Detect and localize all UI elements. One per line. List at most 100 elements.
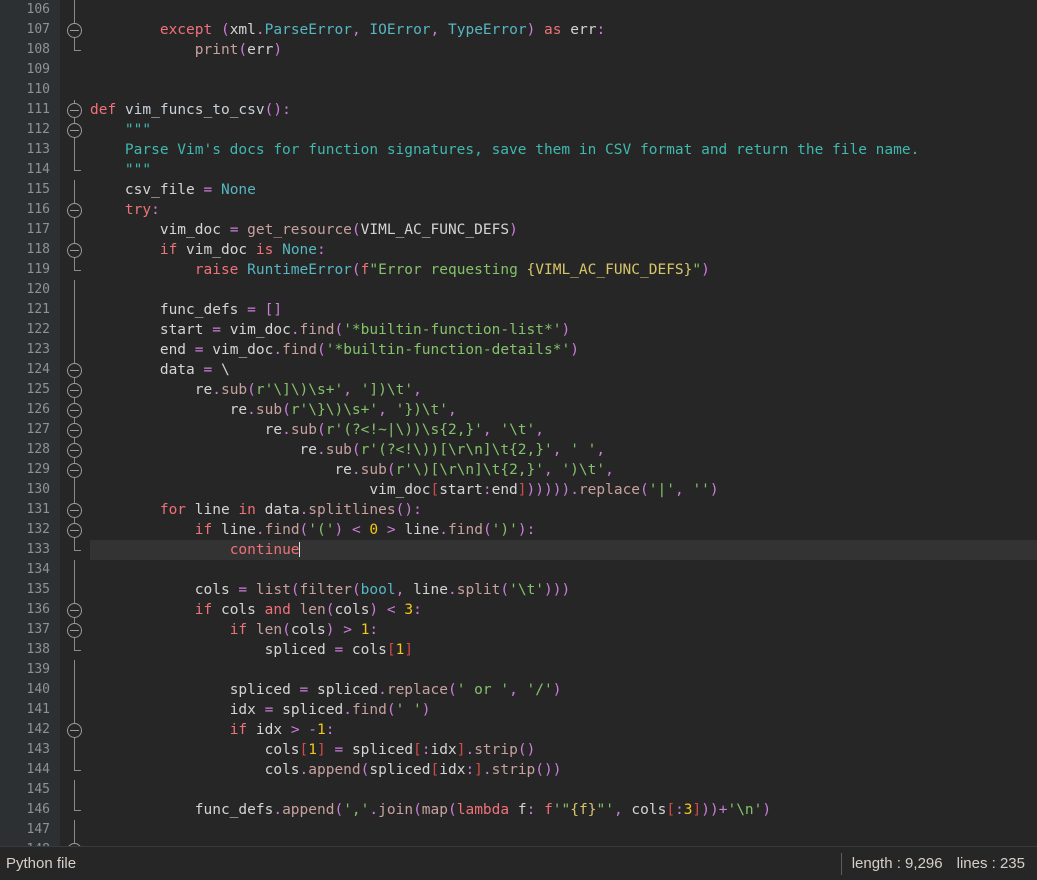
code-text[interactable]: vim_doc = get_resource(VIML_AC_FUNC_DEFS… — [90, 220, 1037, 240]
code-text[interactable]: data = \ — [90, 360, 1037, 380]
fold-collapse-icon[interactable] — [67, 523, 82, 538]
code-line[interactable]: 118 if vim_doc is None: — [0, 240, 1037, 260]
code-editor-pane[interactable]: 106 107 except (xml.ParseError, IOError, … — [0, 0, 1037, 846]
code-line[interactable]: 145 — [0, 780, 1037, 800]
code-text[interactable]: cols = list(filter(bool, line.split('\t'… — [90, 580, 1037, 600]
code-line[interactable]: 142 if idx > -1: — [0, 720, 1037, 740]
code-text[interactable] — [90, 280, 1037, 300]
fold-collapse-icon[interactable] — [67, 443, 82, 458]
code-text[interactable]: try: — [90, 200, 1037, 220]
code-line[interactable]: 119 raise RuntimeError(f"Error requestin… — [0, 260, 1037, 280]
code-text[interactable]: re.sub(r'\)[\r\n]\t{2,}', ')\t', — [90, 460, 1037, 480]
code-line[interactable]: 117 vim_doc = get_resource(VIML_AC_FUNC_… — [0, 220, 1037, 240]
fold-margin-cell[interactable] — [60, 680, 90, 700]
fold-margin-cell[interactable] — [60, 480, 90, 500]
code-text[interactable] — [90, 80, 1037, 100]
fold-margin-cell[interactable] — [60, 280, 90, 300]
fold-collapse-icon[interactable] — [67, 203, 82, 218]
code-line[interactable]: 133 continue — [0, 540, 1037, 560]
fold-margin-cell[interactable] — [60, 200, 90, 220]
code-text[interactable]: raise RuntimeError(f"Error requesting {V… — [90, 260, 1037, 280]
fold-margin-cell[interactable] — [60, 620, 90, 640]
fold-margin-cell[interactable] — [60, 40, 90, 60]
fold-margin-cell[interactable] — [60, 240, 90, 260]
fold-margin-cell[interactable] — [60, 820, 90, 840]
code-line[interactable]: 132 if line.find('(') < 0 > line.find(')… — [0, 520, 1037, 540]
code-text[interactable]: csv_file = None — [90, 180, 1037, 200]
code-line[interactable]: 130 vim_doc[start:end]))))).replace('|',… — [0, 480, 1037, 500]
fold-margin-cell[interactable] — [60, 440, 90, 460]
code-text[interactable]: """ — [90, 120, 1037, 140]
code-text[interactable]: if len(cols) > 1: — [90, 620, 1037, 640]
code-text[interactable] — [90, 60, 1037, 80]
fold-collapse-icon[interactable] — [67, 363, 82, 378]
code-text[interactable]: start = vim_doc.find('*builtin-function-… — [90, 320, 1037, 340]
code-text[interactable]: end = vim_doc.find('*builtin-function-de… — [90, 340, 1037, 360]
fold-margin-cell[interactable] — [60, 360, 90, 380]
code-line[interactable]: 139 — [0, 660, 1037, 680]
code-line[interactable]: 146 func_defs.append(','.join(map(lambda… — [0, 800, 1037, 820]
code-text[interactable]: func_defs.append(','.join(map(lambda f: … — [90, 800, 1037, 820]
code-line[interactable]: 113 Parse Vim's docs for function signat… — [0, 140, 1037, 160]
fold-margin-cell[interactable] — [60, 740, 90, 760]
fold-collapse-icon[interactable] — [67, 503, 82, 518]
fold-collapse-icon[interactable] — [67, 383, 82, 398]
code-line[interactable]: 143 cols[1] = spliced[:idx].strip() — [0, 740, 1037, 760]
code-text[interactable]: vim_doc[start:end]))))).replace('|', '') — [90, 480, 1037, 500]
code-text[interactable]: print(err) — [90, 40, 1037, 60]
fold-margin-cell[interactable] — [60, 60, 90, 80]
code-line[interactable]: 144 cols.append(spliced[idx:].strip()) — [0, 760, 1037, 780]
code-line[interactable]: 107 except (xml.ParseError, IOError, Typ… — [0, 20, 1037, 40]
code-line[interactable]: 112 """ — [0, 120, 1037, 140]
fold-margin-cell[interactable] — [60, 400, 90, 420]
code-line[interactable]: 137 if len(cols) > 1: — [0, 620, 1037, 640]
code-line[interactable]: 115 csv_file = None — [0, 180, 1037, 200]
code-line[interactable]: 129 re.sub(r'\)[\r\n]\t{2,}', ')\t', — [0, 460, 1037, 480]
fold-margin-cell[interactable] — [60, 760, 90, 780]
code-text[interactable] — [90, 820, 1037, 840]
code-line[interactable]: 106 — [0, 0, 1037, 20]
code-text[interactable] — [90, 0, 1037, 20]
code-text[interactable]: re.sub(r'(?<!~|\))\s{2,}', '\t', — [90, 420, 1037, 440]
fold-margin-cell[interactable] — [60, 500, 90, 520]
code-text[interactable]: for line in data.splitlines(): — [90, 500, 1037, 520]
code-text[interactable]: re.sub(r'(?<!\))[\r\n]\t{2,}', ' ', — [90, 440, 1037, 460]
fold-margin-cell[interactable] — [60, 580, 90, 600]
code-line[interactable]: 135 cols = list(filter(bool, line.split(… — [0, 580, 1037, 600]
code-line[interactable]: 125 re.sub(r'\]\)\s+', '])\t', — [0, 380, 1037, 400]
code-line[interactable]: 140 spliced = spliced.replace(' or ', '/… — [0, 680, 1037, 700]
fold-margin-cell[interactable] — [60, 260, 90, 280]
fold-margin-cell[interactable] — [60, 140, 90, 160]
code-line[interactable]: 121 func_defs = [] — [0, 300, 1037, 320]
code-text[interactable]: if line.find('(') < 0 > line.find(')'): — [90, 520, 1037, 540]
fold-margin-cell[interactable] — [60, 560, 90, 580]
fold-margin-cell[interactable] — [60, 20, 90, 40]
code-text[interactable]: def vim_funcs_to_csv(): — [90, 100, 1037, 120]
fold-margin-cell[interactable] — [60, 340, 90, 360]
code-text[interactable] — [90, 660, 1037, 680]
fold-margin-cell[interactable] — [60, 720, 90, 740]
fold-margin-cell[interactable] — [60, 300, 90, 320]
code-text[interactable] — [90, 560, 1037, 580]
code-line[interactable]: 128 re.sub(r'(?<!\))[\r\n]\t{2,}', ' ', — [0, 440, 1037, 460]
fold-margin-cell[interactable] — [60, 660, 90, 680]
code-line[interactable]: 124 data = \ — [0, 360, 1037, 380]
code-line[interactable]: 126 re.sub(r'\}\)\s+', '})\t', — [0, 400, 1037, 420]
code-line[interactable]: 120 — [0, 280, 1037, 300]
fold-collapse-icon[interactable] — [67, 123, 82, 138]
fold-margin-cell[interactable] — [60, 640, 90, 660]
code-text[interactable]: re.sub(r'\}\)\s+', '})\t', — [90, 400, 1037, 420]
fold-margin-cell[interactable] — [60, 80, 90, 100]
fold-margin-cell[interactable] — [60, 220, 90, 240]
code-text[interactable]: continue — [90, 540, 1037, 560]
fold-collapse-icon[interactable] — [67, 243, 82, 258]
code-line[interactable]: 138 spliced = cols[1] — [0, 640, 1037, 660]
fold-collapse-icon[interactable] — [67, 723, 82, 738]
code-line[interactable]: 109 — [0, 60, 1037, 80]
code-line[interactable]: 134 — [0, 560, 1037, 580]
fold-margin-cell[interactable] — [60, 800, 90, 820]
code-line[interactable]: 114 """ — [0, 160, 1037, 180]
code-text[interactable]: if vim_doc is None: — [90, 240, 1037, 260]
fold-collapse-icon[interactable] — [67, 603, 82, 618]
fold-margin-cell[interactable] — [60, 780, 90, 800]
